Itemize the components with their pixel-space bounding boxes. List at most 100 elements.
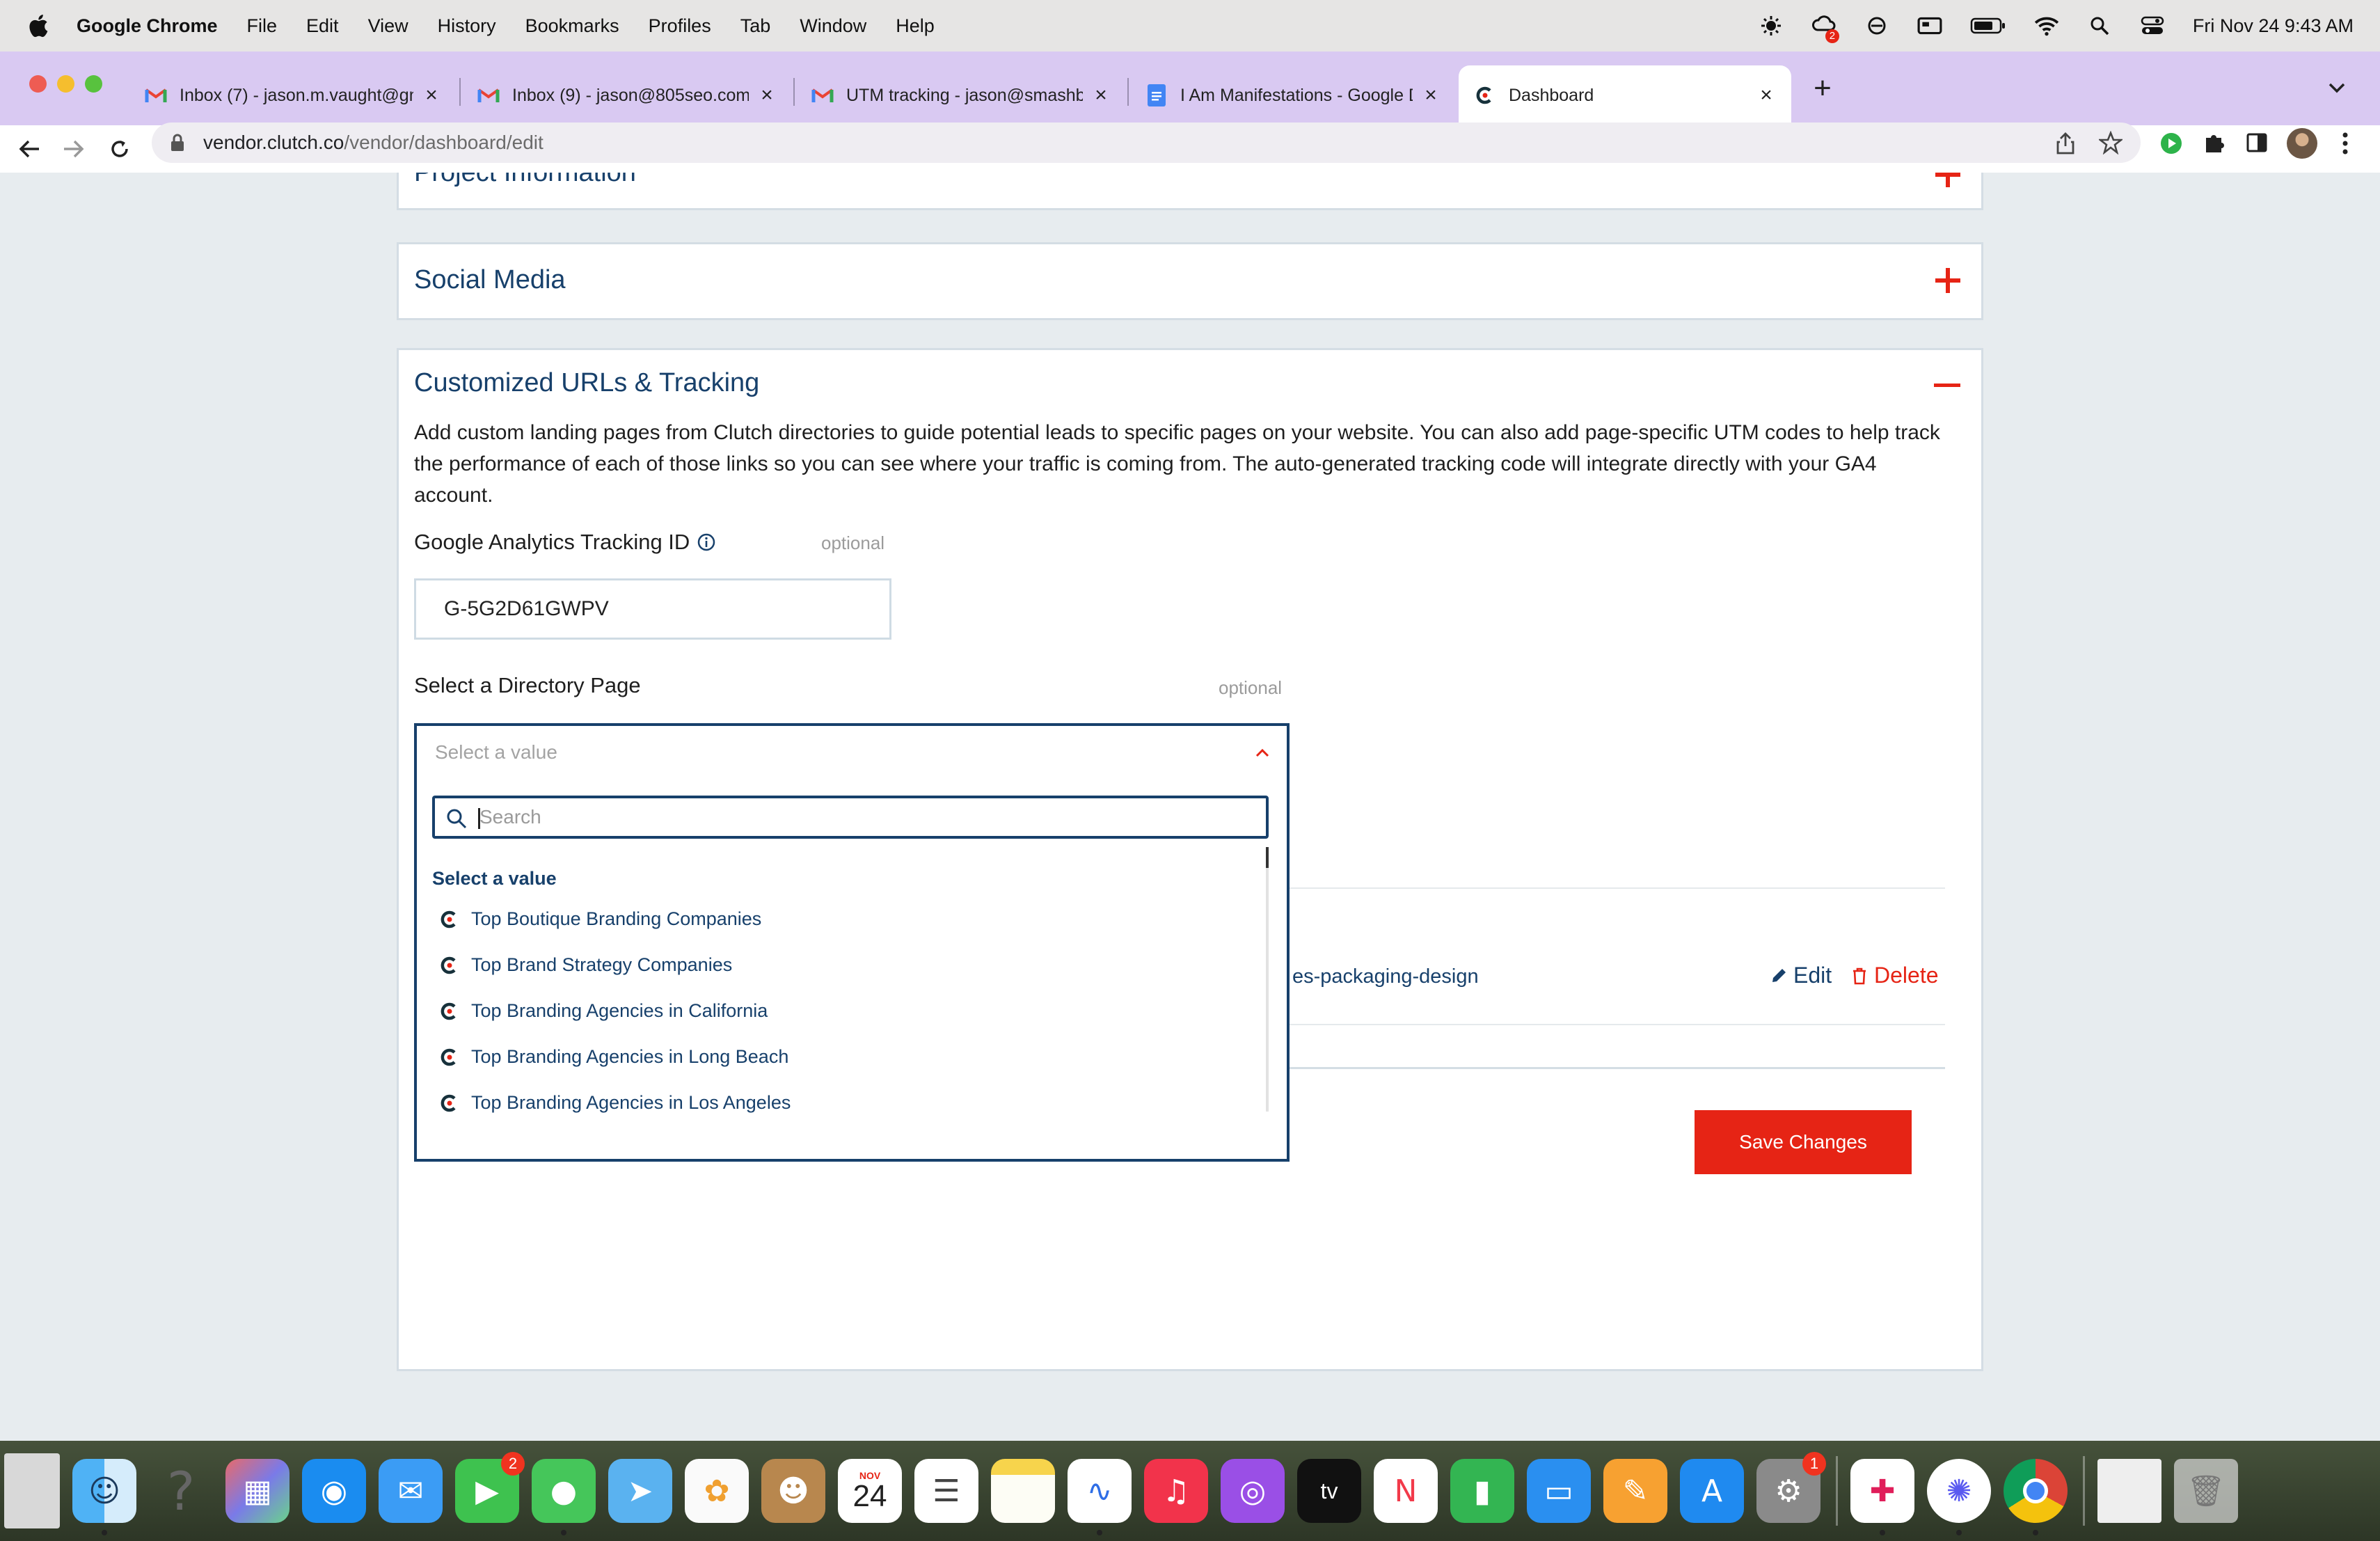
screenshot-stack-icon[interactable] (2097, 1459, 2161, 1523)
finder-icon[interactable]: ☺ (72, 1459, 136, 1535)
chrome-menu-kebab-icon[interactable] (2341, 131, 2349, 156)
menu-window[interactable]: Window (800, 15, 866, 37)
freeform-icon[interactable]: ∿ (1068, 1459, 1132, 1535)
keynote-icon[interactable]: ▭ (1527, 1459, 1591, 1523)
menu-edit[interactable]: Edit (306, 15, 339, 37)
spotlight-search-icon[interactable] (2087, 15, 2112, 36)
system-settings-icon[interactable]: ⚙ 1 (1756, 1452, 1826, 1523)
control-center-icon[interactable] (2140, 15, 2165, 36)
window-close-button[interactable] (29, 75, 47, 93)
menu-history[interactable]: History (438, 15, 496, 37)
wifi-icon[interactable] (2034, 15, 2059, 36)
lock-icon[interactable] (170, 134, 185, 152)
reminders-icon[interactable]: ☰ (914, 1459, 978, 1523)
apple-tv-icon[interactable]: tv (1297, 1459, 1361, 1523)
dropdown-scrollbar[interactable] (1266, 847, 1269, 1112)
delete-button[interactable]: Delete (1850, 963, 1939, 988)
reload-icon[interactable] (102, 131, 138, 167)
asterisk-app-icon[interactable]: ✺ (1927, 1459, 1991, 1535)
chevron-up-icon[interactable] (1255, 745, 1270, 761)
option-label: Top Brand Strategy Companies (471, 954, 733, 975)
tab-close-icon[interactable]: × (1421, 84, 1441, 107)
dropdown-option[interactable]: Top Brand Strategy Companies (439, 954, 732, 976)
notes-icon[interactable] (991, 1459, 1055, 1523)
ga-tracking-id-input[interactable]: G-5G2D61GWPV (414, 578, 891, 640)
edit-button[interactable]: Edit (1770, 963, 1832, 988)
menu-profiles[interactable]: Profiles (649, 15, 711, 37)
select-placeholder: Select a value (435, 741, 557, 763)
dropdown-option[interactable]: Top Branding Agencies in California (439, 1000, 768, 1022)
safari-icon[interactable]: ◉ (302, 1459, 366, 1523)
tab-dashboard[interactable]: Dashboard × (1459, 65, 1791, 125)
dropdown-option[interactable]: Top Branding Agencies in Long Beach (439, 1046, 788, 1068)
chrome-icon[interactable] (2004, 1459, 2068, 1535)
tab-close-icon[interactable]: × (757, 84, 777, 107)
address-bar[interactable]: vendor.clutch.co/vendor/dashboard/edit (152, 123, 2141, 163)
profile-avatar[interactable] (2287, 128, 2317, 159)
focus-ring-icon[interactable] (1864, 15, 1889, 36)
trash-bin-icon[interactable]: 🗑 (2174, 1459, 2238, 1523)
scrollbar-thumb[interactable] (1266, 847, 1269, 868)
tab-close-icon[interactable]: × (1756, 84, 1776, 107)
directory-page-select[interactable]: Select a value (414, 723, 1290, 779)
battery-icon[interactable] (1970, 15, 2006, 36)
bookmark-star-icon[interactable] (2099, 131, 2123, 155)
menu-help[interactable]: Help (896, 15, 935, 37)
new-tab-plus-icon[interactable]: + (1807, 72, 1839, 104)
dropdown-option[interactable]: Top Branding Agencies in Los Angeles (439, 1092, 791, 1114)
expand-plus-icon[interactable] (1935, 173, 1960, 187)
tab-gmail-2[interactable]: Inbox (9) - jason@805seo.com × (462, 65, 792, 125)
menubar-clock[interactable]: Fri Nov 24 9:43 AM (2193, 15, 2354, 37)
share-icon[interactable] (2056, 132, 2075, 155)
window-minimize-button[interactable] (57, 75, 74, 93)
tab-title: Inbox (9) - jason@805seo.com (512, 85, 749, 105)
tab-gmail-1[interactable]: Inbox (7) - jason.m.vaught@gmail.com × (129, 65, 457, 125)
tab-google-docs[interactable]: I Am Manifestations - Google Docs × (1130, 65, 1456, 125)
tab-search-chevron-icon[interactable] (2327, 81, 2347, 95)
back-arrow-icon[interactable] (11, 131, 47, 167)
contacts-icon[interactable]: ☻ (761, 1459, 825, 1523)
menu-app-name[interactable]: Google Chrome (77, 15, 218, 37)
tab-close-icon[interactable]: × (1091, 84, 1111, 107)
save-changes-button[interactable]: Save Changes (1695, 1110, 1912, 1174)
extension-green-play-icon[interactable] (2160, 132, 2182, 155)
numbers-icon[interactable]: ▮ (1450, 1459, 1514, 1523)
news-icon[interactable]: N (1374, 1459, 1438, 1523)
info-icon[interactable] (697, 532, 716, 552)
forward-arrow-icon[interactable] (56, 131, 92, 167)
brightness-icon[interactable] (1759, 15, 1784, 36)
document-thumbnail-icon[interactable] (4, 1453, 60, 1528)
dropdown-option[interactable]: Top Boutique Branding Companies (439, 908, 761, 930)
maps-icon[interactable]: ➤ (608, 1459, 672, 1523)
expand-plus-icon[interactable] (1935, 268, 1960, 293)
menu-tab[interactable]: Tab (740, 15, 771, 37)
mail-icon[interactable]: ✉ (379, 1459, 443, 1523)
app-store-icon[interactable]: A (1680, 1459, 1744, 1523)
podcasts-icon[interactable]: ◎ (1221, 1459, 1285, 1523)
launchpad-icon[interactable]: ▦ (225, 1459, 289, 1523)
display-icon[interactable] (1917, 15, 1942, 36)
messages-icon[interactable]: ● (532, 1459, 596, 1535)
menu-bookmarks[interactable]: Bookmarks (525, 15, 619, 37)
collapse-minus-icon[interactable] (1934, 384, 1960, 387)
calendar-icon[interactable]: NOV 24 (838, 1459, 902, 1523)
social-media-panel[interactable]: Social Media (397, 242, 1983, 320)
project-information-panel[interactable]: Project Information (397, 173, 1983, 210)
slack-icon[interactable]: ✚ (1850, 1459, 1914, 1535)
tab-close-icon[interactable]: × (422, 84, 441, 107)
dropdown-search-input[interactable]: Search (432, 796, 1269, 839)
photos-icon[interactable]: ✿ (685, 1459, 749, 1523)
window-zoom-button[interactable] (85, 75, 102, 93)
apple-menu-icon[interactable] (26, 13, 49, 39)
facetime-icon[interactable]: ▶ 2 (455, 1452, 525, 1523)
tab-gmail-3[interactable]: UTM tracking - jason@smashbranding × (796, 65, 1126, 125)
menu-file[interactable]: File (247, 15, 278, 37)
side-panel-icon[interactable] (2246, 132, 2267, 153)
music-icon[interactable]: ♫ (1144, 1459, 1208, 1523)
pages-icon[interactable]: ✎ (1603, 1459, 1667, 1523)
extensions-puzzle-icon[interactable] (2202, 131, 2226, 155)
help-question-icon[interactable]: ? (149, 1459, 213, 1523)
menu-view[interactable]: View (368, 15, 408, 37)
creative-cloud-icon[interactable]: 2 (1811, 13, 1839, 43)
clutch-logo-icon (441, 1048, 456, 1066)
